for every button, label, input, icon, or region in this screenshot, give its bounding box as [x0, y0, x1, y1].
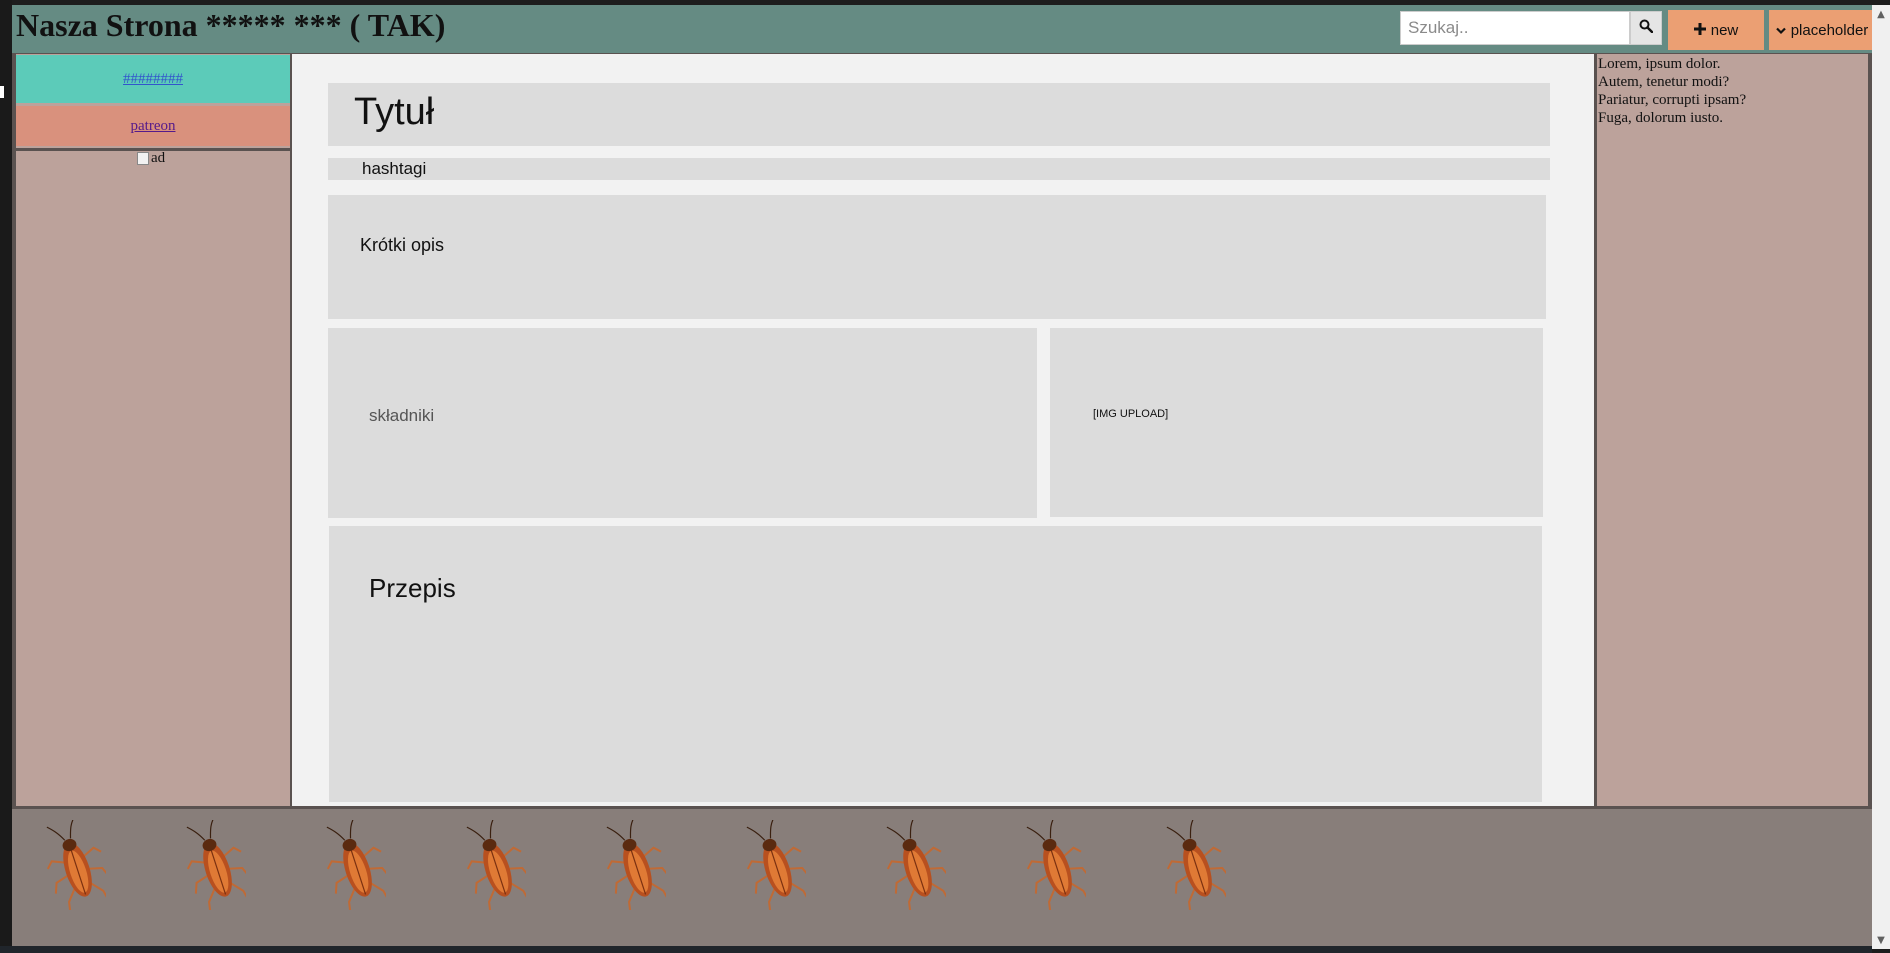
page: Nasza Strona ***** *** ( TAK) new placeh…: [0, 0, 1890, 953]
search-icon: [1639, 19, 1654, 38]
cockroach-image: [606, 820, 666, 910]
site-title: Nasza Strona ***** *** ( TAK): [16, 7, 446, 43]
right-sidebar: Lorem, ipsum dolor. Autem, tenetur modi?…: [1597, 54, 1868, 806]
footer: [12, 809, 1872, 946]
ad-alt-text: ad: [151, 150, 166, 166]
recipe-box[interactable]: Przepis: [329, 526, 1542, 802]
left-sidebar: ######## patreon ad: [16, 54, 290, 806]
ingredients-box[interactable]: składniki: [328, 328, 1037, 518]
cockroach-image: [1166, 820, 1226, 910]
chevron-down-icon: [1775, 22, 1786, 39]
recipe-label: Przepis: [369, 573, 456, 603]
ad-image[interactable]: ad: [137, 150, 165, 167]
image-upload-box[interactable]: [IMG UPLOAD]: [1050, 328, 1543, 517]
page-scrollbar[interactable]: ▲ ▼: [1872, 5, 1890, 949]
plus-icon: [1693, 22, 1706, 39]
broken-image-icon: [137, 152, 149, 165]
ingredients-label: składniki: [369, 406, 435, 425]
main-content: Tytuł hashtagi Krótki opis składniki [IM…: [292, 54, 1594, 806]
window-edge-marker: [0, 86, 4, 98]
title-box[interactable]: Tytuł: [328, 83, 1550, 146]
search-bar: [1400, 11, 1662, 47]
lorem-line: Fuga, dolorum iusto.: [1598, 110, 1724, 126]
search-input[interactable]: [1400, 11, 1630, 45]
scroll-up-arrow-icon[interactable]: ▲: [1872, 5, 1890, 23]
lorem-line: Pariatur, corrupti ipsam?: [1598, 92, 1747, 108]
taskbar: [0, 946, 1872, 953]
lorem-line: Lorem, ipsum dolor.: [1598, 56, 1721, 72]
placeholder-dropdown-button[interactable]: placeholder: [1769, 10, 1875, 50]
sidebar-link-hash[interactable]: ########: [16, 55, 290, 103]
cockroach-image: [886, 820, 946, 910]
short-description-label: Krótki opis: [360, 235, 445, 255]
placeholder-button-label: placeholder: [1790, 21, 1869, 39]
header: Nasza Strona ***** *** ( TAK) new placeh…: [12, 5, 1875, 53]
cockroach-image: [1026, 820, 1086, 910]
page-title: Tytuł: [354, 91, 435, 133]
cockroach-image: [466, 820, 526, 910]
new-button[interactable]: new: [1668, 10, 1764, 50]
scroll-down-arrow-icon[interactable]: ▼: [1872, 931, 1890, 949]
cockroach-image: [326, 820, 386, 910]
image-upload-label: [IMG UPLOAD]: [1093, 408, 1169, 420]
cockroach-image: [186, 820, 246, 910]
hashtags-box[interactable]: hashtagi: [328, 158, 1550, 180]
lorem-line: Autem, tenetur modi?: [1598, 74, 1730, 90]
short-description-box[interactable]: Krótki opis: [328, 195, 1546, 319]
new-button-label: new: [1710, 21, 1739, 39]
cockroach-image: [46, 820, 106, 910]
cockroach-image: [746, 820, 806, 910]
window-frame-left: [0, 0, 12, 953]
hashtags-label: hashtagi: [362, 159, 427, 178]
search-button[interactable]: [1630, 11, 1662, 45]
sidebar-link-patreon[interactable]: patreon: [16, 106, 290, 146]
